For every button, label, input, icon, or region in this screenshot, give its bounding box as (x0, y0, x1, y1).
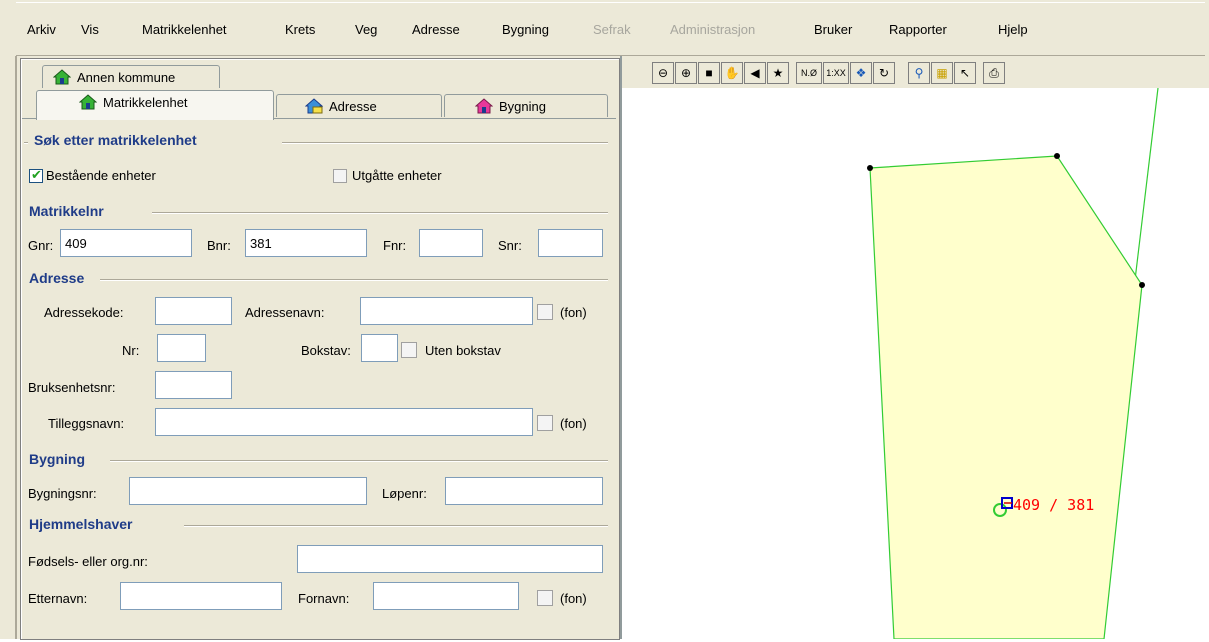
map-toolbar: ⊖ ⊕ ■ ✋ ◀ ★ N.Ø 1:XX ❖ ↻ ⚲ ▦ ↖ ⎙ (622, 56, 1209, 88)
snr-input[interactable] (538, 229, 603, 257)
menu-administrasjon: Administrasjon (670, 22, 756, 37)
tab-annen-kommune-label: Annen kommune (77, 70, 176, 85)
adressekode-label: Adressekode: (44, 305, 124, 320)
bygningsnr-input[interactable] (129, 477, 367, 505)
tab-adresse[interactable]: Adresse (276, 94, 442, 117)
menu-vis[interactable]: Vis (81, 22, 99, 38)
menu-krets[interactable]: Krets (285, 22, 315, 38)
parcel-vertex[interactable] (867, 165, 873, 171)
adressenavn-input[interactable] (360, 297, 533, 325)
parcel-polygon[interactable] (869, 155, 1143, 640)
matrikkelnr-heading: Matrikkelnr (29, 203, 104, 219)
menu-sefrak: Sefrak (593, 22, 631, 37)
fon-fornavn-checkbox[interactable] (537, 590, 553, 606)
uten-bokstav-label: Uten bokstav (425, 343, 501, 358)
gnr-label: Gnr: (28, 238, 54, 253)
house-icon (79, 94, 97, 110)
adressekode-input[interactable] (155, 297, 232, 325)
parcel-vertex[interactable] (1054, 153, 1060, 159)
tab-matrikkelenhet-label: Matrikkelenhet (103, 95, 188, 110)
measure-icon[interactable]: ▦ (931, 62, 953, 84)
etternavn-input[interactable] (120, 582, 282, 610)
address-house-icon (305, 98, 323, 114)
print-icon[interactable]: ⎙ (983, 62, 1005, 84)
search-icon[interactable]: ⚲ (908, 62, 930, 84)
uten-bokstav-checkbox[interactable] (401, 342, 417, 358)
tilleggsnavn-input[interactable] (155, 408, 533, 436)
lopenr-label: Løpenr: (382, 486, 427, 501)
menu-arkiv[interactable]: Arkiv (27, 22, 56, 38)
fon-tilleggsnavn-checkbox[interactable] (537, 415, 553, 431)
bygning-heading: Bygning (29, 451, 85, 467)
map-view[interactable]: 409 / 381 (622, 56, 1209, 640)
etternavn-label: Etternavn: (28, 591, 88, 606)
parcel-label: 409 / 381 (1013, 496, 1094, 514)
bokstav-input[interactable] (361, 334, 398, 362)
pan-hand-icon[interactable]: ✋ (721, 62, 743, 84)
panel-edge (15, 56, 17, 639)
fornavn-label: Fornavn: (298, 591, 350, 606)
full-extent-icon[interactable]: ★ (767, 62, 789, 84)
bestaende-checkbox[interactable]: ✔ (29, 167, 43, 183)
fon-tilleggsnavn-label: (fon) (560, 416, 587, 431)
menu-bar: Arkiv Vis Matrikkelenhet Krets Veg Adres… (0, 0, 1209, 56)
snr-label: Snr: (498, 238, 522, 253)
nr-input[interactable] (157, 334, 206, 362)
tab-bygning[interactable]: Bygning (444, 94, 608, 117)
menu-bygning[interactable]: Bygning (502, 22, 549, 38)
zoom-out-icon[interactable]: ⊖ (652, 62, 674, 84)
tab-annen-kommune[interactable]: Annen kommune (42, 65, 220, 88)
fon-fornavn-label: (fon) (560, 591, 587, 606)
adresse-heading: Adresse (29, 270, 85, 286)
select-arrow-icon[interactable]: ↖ (954, 62, 976, 84)
menu-rapporter[interactable]: Rapporter (889, 22, 947, 38)
hjemmelshaver-heading: Hjemmelshaver (29, 516, 133, 532)
refresh-icon[interactable]: ↻ (873, 62, 895, 84)
menu-hjelp[interactable]: Hjelp (998, 22, 1028, 38)
fornavn-input[interactable] (373, 582, 519, 610)
map-canvas[interactable]: 409 / 381 (622, 56, 1209, 640)
bygningsnr-label: Bygningsnr: (28, 486, 97, 501)
fodsels-label: Fødsels- eller org.nr: (28, 554, 148, 569)
tab-bygning-label: Bygning (499, 99, 546, 114)
utgatte-checkbox[interactable] (333, 169, 347, 183)
menu-veg[interactable]: Veg (355, 22, 377, 38)
zoom-window-icon[interactable]: ■ (698, 62, 720, 84)
lopenr-input[interactable] (445, 477, 603, 505)
fodsels-input[interactable] (297, 545, 603, 573)
zoom-in-icon[interactable]: ⊕ (675, 62, 697, 84)
bruksenhetsnr-input[interactable] (155, 371, 232, 399)
building-icon (475, 98, 493, 114)
menu-bruker[interactable]: Bruker (814, 22, 852, 38)
tab-matrikkelenhet[interactable]: Matrikkelenhet (36, 90, 274, 120)
parcel-vertex[interactable] (1139, 282, 1145, 288)
bnr-label: Bnr: (207, 238, 231, 253)
previous-view-icon[interactable]: ◀ (744, 62, 766, 84)
menu-matrikkelenhet[interactable]: Matrikkelenhet (142, 22, 227, 38)
bruksenhetsnr-label: Bruksenhetsnr: (28, 380, 116, 395)
fnr-input[interactable] (419, 229, 483, 257)
utgatte-label: Utgåtte enheter (352, 168, 442, 183)
fon-adressenavn-label: (fon) (560, 305, 587, 320)
north-arrow-icon[interactable]: N.Ø (796, 62, 822, 84)
bnr-input[interactable] (245, 229, 367, 257)
fon-adressenavn-checkbox[interactable] (537, 304, 553, 320)
gnr-input[interactable] (60, 229, 192, 257)
tilleggsnavn-label: Tilleggsnavn: (48, 416, 125, 431)
adressenavn-label: Adressenavn: (245, 305, 325, 320)
form-title: Søk etter matrikkelenhet (34, 132, 197, 148)
scale-icon[interactable]: 1:XX (823, 62, 849, 84)
menu-adresse[interactable]: Adresse (412, 22, 460, 38)
bestaende-label: Bestående enheter (46, 168, 156, 183)
shrink-icon[interactable]: ❖ (850, 62, 872, 84)
nr-label: Nr: (122, 343, 140, 358)
bokstav-label: Bokstav: (301, 343, 351, 358)
tab-adresse-label: Adresse (329, 99, 377, 114)
house-icon (53, 69, 71, 85)
fnr-label: Fnr: (383, 238, 407, 253)
